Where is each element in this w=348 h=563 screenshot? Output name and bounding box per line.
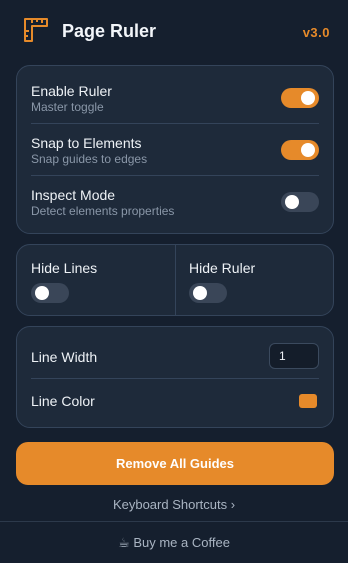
ruler-icon <box>24 18 48 42</box>
divider <box>31 175 319 176</box>
hide-lines-row: Hide Lines <box>31 260 97 276</box>
hide-lines-toggle[interactable] <box>31 283 69 303</box>
buy-coffee-link[interactable]: ☕ Buy me a Coffee <box>0 535 348 551</box>
line-color-row: Line Color <box>31 393 319 409</box>
inspect-toggle[interactable] <box>281 192 319 212</box>
enable-ruler-toggle[interactable] <box>281 88 319 108</box>
version-badge: v3.0 <box>302 25 330 40</box>
toggle-knob <box>301 143 315 157</box>
divider <box>175 245 176 315</box>
inspect-label: Inspect Mode <box>31 187 116 203</box>
visibility-card: Hide Lines Hide Ruler <box>16 244 334 316</box>
line-color-label: Line Color <box>31 393 95 409</box>
inspect-sub: Detect elements properties <box>31 204 175 218</box>
line-style-card: Line Width Line Color <box>16 326 334 428</box>
toggle-knob <box>193 286 207 300</box>
hide-ruler-row: Hide Ruler <box>189 260 255 276</box>
enable-ruler-row: Enable Ruler Master toggle <box>31 83 319 114</box>
snap-label: Snap to Elements <box>31 135 142 151</box>
settings-card: Enable Ruler Master toggle Snap to Eleme… <box>16 65 334 234</box>
keyboard-shortcuts-link[interactable]: Keyboard Shortcuts › <box>0 497 348 512</box>
hide-ruler-label: Hide Ruler <box>189 260 256 276</box>
hide-ruler-toggle[interactable] <box>189 283 227 303</box>
divider <box>31 378 319 379</box>
line-width-input[interactable] <box>269 343 319 369</box>
toggle-knob <box>301 91 315 105</box>
enable-ruler-label: Enable Ruler <box>31 83 112 99</box>
enable-ruler-sub: Master toggle <box>31 100 104 114</box>
footer-divider <box>0 521 348 522</box>
snap-row: Snap to Elements Snap guides to edges <box>31 135 319 166</box>
hide-lines-label: Hide Lines <box>31 260 98 276</box>
app-title: Page Ruler <box>62 21 157 41</box>
toggle-knob <box>35 286 49 300</box>
line-color-swatch[interactable] <box>299 394 317 408</box>
divider <box>31 123 319 124</box>
toggle-knob <box>285 195 299 209</box>
snap-toggle[interactable] <box>281 140 319 160</box>
inspect-row: Inspect Mode Detect elements properties <box>31 187 319 218</box>
app-header: Page Ruler v3.0 <box>0 0 348 64</box>
snap-sub: Snap guides to edges <box>31 152 148 166</box>
remove-all-guides-button[interactable]: Remove All Guides <box>16 442 334 485</box>
